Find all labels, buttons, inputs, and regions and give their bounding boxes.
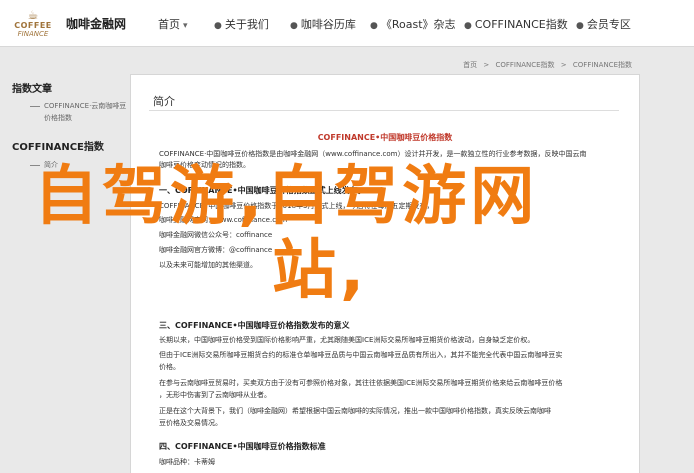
logo-text-coffee: COFFEE xyxy=(14,21,52,30)
coffee-cup-icon: ☕ xyxy=(27,8,39,22)
breadcrumb-index[interactable]: COFFINANCE指数 xyxy=(495,61,554,69)
nav-roast-magazine[interactable]: ● 《Roast》杂志 xyxy=(370,16,456,32)
section-3-line: 豆价格及交易情况。 xyxy=(159,419,222,427)
site-logo[interactable]: ☕ COFFEE FINANCE xyxy=(8,8,58,38)
sidebar-item-yunnan-index[interactable]: COFFINANCE·云南咖啡豆价格指数 xyxy=(44,100,128,124)
breadcrumb: 首页 > COFFINANCE指数 > COFFINANCE指数 xyxy=(461,60,634,70)
nav-members[interactable]: ● 会员专区 xyxy=(576,16,631,32)
intro-line: COFFINANCE·中国咖啡豆价格指数是由咖啡金融网（www.coffinan… xyxy=(159,150,587,158)
sidebar-heading-index[interactable]: COFFINANCE指数 xyxy=(12,138,104,153)
sidebar-heading-articles[interactable]: 指数文章 xyxy=(12,80,52,95)
section-heading-3: 三、COFFINANCE•中国咖啡豆价格指数发布的意义 xyxy=(159,321,350,330)
nav-library[interactable]: ● 咖啡谷历库 xyxy=(290,16,356,32)
logo-text-finance: FINANCE xyxy=(17,30,49,38)
nav-home-label: 首页 xyxy=(158,18,180,31)
article-title: COFFINANCE•中国咖啡豆价格指数 xyxy=(317,133,453,142)
section-heading-4: 四、COFFINANCE•中国咖啡豆价格指数标准 xyxy=(159,442,326,451)
overlay-watermark-text: 自驾游,自驾游网 站, xyxy=(34,160,674,308)
chevron-down-icon: ▾ xyxy=(183,21,188,31)
breadcrumb-home[interactable]: 首页 xyxy=(463,61,477,69)
section-3-line: 长期以来，中国咖啡豆价格受到国际价格影响严重，尤其跟随美国ICE洲际交易所咖啡豆… xyxy=(159,336,535,344)
bullet-icon: ● xyxy=(576,21,584,31)
section-3-line: 在参与云南咖啡豆贸易时，买卖双方由于没有可参照价格对象，其往往依据美国ICE洲际… xyxy=(159,379,563,387)
bullet-icon: ● xyxy=(464,21,472,31)
overlay-line-1: 自驾游,自驾游网 xyxy=(34,160,539,234)
nav-coffinance-index[interactable]: ● COFFINANCE指数 xyxy=(464,16,568,32)
breadcrumb-current: COFFINANCE指数 xyxy=(572,61,632,69)
tab-divider xyxy=(149,110,619,111)
nav-about[interactable]: ● 关于我们 xyxy=(214,16,269,32)
nav-about-label: 关于我们 xyxy=(224,18,269,31)
nav-index-label: COFFINANCE指数 xyxy=(474,18,568,31)
bullet-icon: ● xyxy=(214,21,222,31)
bullet-icon: ● xyxy=(370,21,378,31)
breadcrumb-separator: > xyxy=(483,61,490,69)
section-3-line: ，无形中伤害到了云南咖啡从业者。 xyxy=(159,391,271,399)
breadcrumb-separator: > xyxy=(560,61,567,69)
top-navigation-bar: ☕ COFFEE FINANCE 咖啡金融网 首页 ▾ ● 关于我们 ● 咖啡谷历库 … xyxy=(0,0,694,47)
section-3-line: 但由于ICE洲际交易所咖啡豆期货合约的标准仓单咖啡豆品质与中国云南咖啡豆品质有所… xyxy=(159,351,563,359)
overlay-line-2: 站, xyxy=(272,234,369,308)
section-3-line: 正是在这个大背景下，我们（咖啡金融网）希望根据中国云南咖啡的实际情况，推出一款中… xyxy=(159,407,551,415)
tab-intro[interactable]: 简介 xyxy=(153,93,175,109)
section-4-line: 咖啡品种：卡蒂姆 xyxy=(159,458,215,466)
bullet-icon: ● xyxy=(290,21,298,31)
list-dash xyxy=(30,106,40,107)
nav-members-label: 会员专区 xyxy=(586,18,631,31)
nav-library-label: 咖啡谷历库 xyxy=(300,18,356,31)
nav-home[interactable]: 首页 ▾ xyxy=(158,16,188,32)
nav-roast-label: 《Roast》杂志 xyxy=(380,18,456,31)
section-3-line: 价格。 xyxy=(159,363,180,371)
site-name[interactable]: 咖啡金融网 xyxy=(66,15,126,32)
